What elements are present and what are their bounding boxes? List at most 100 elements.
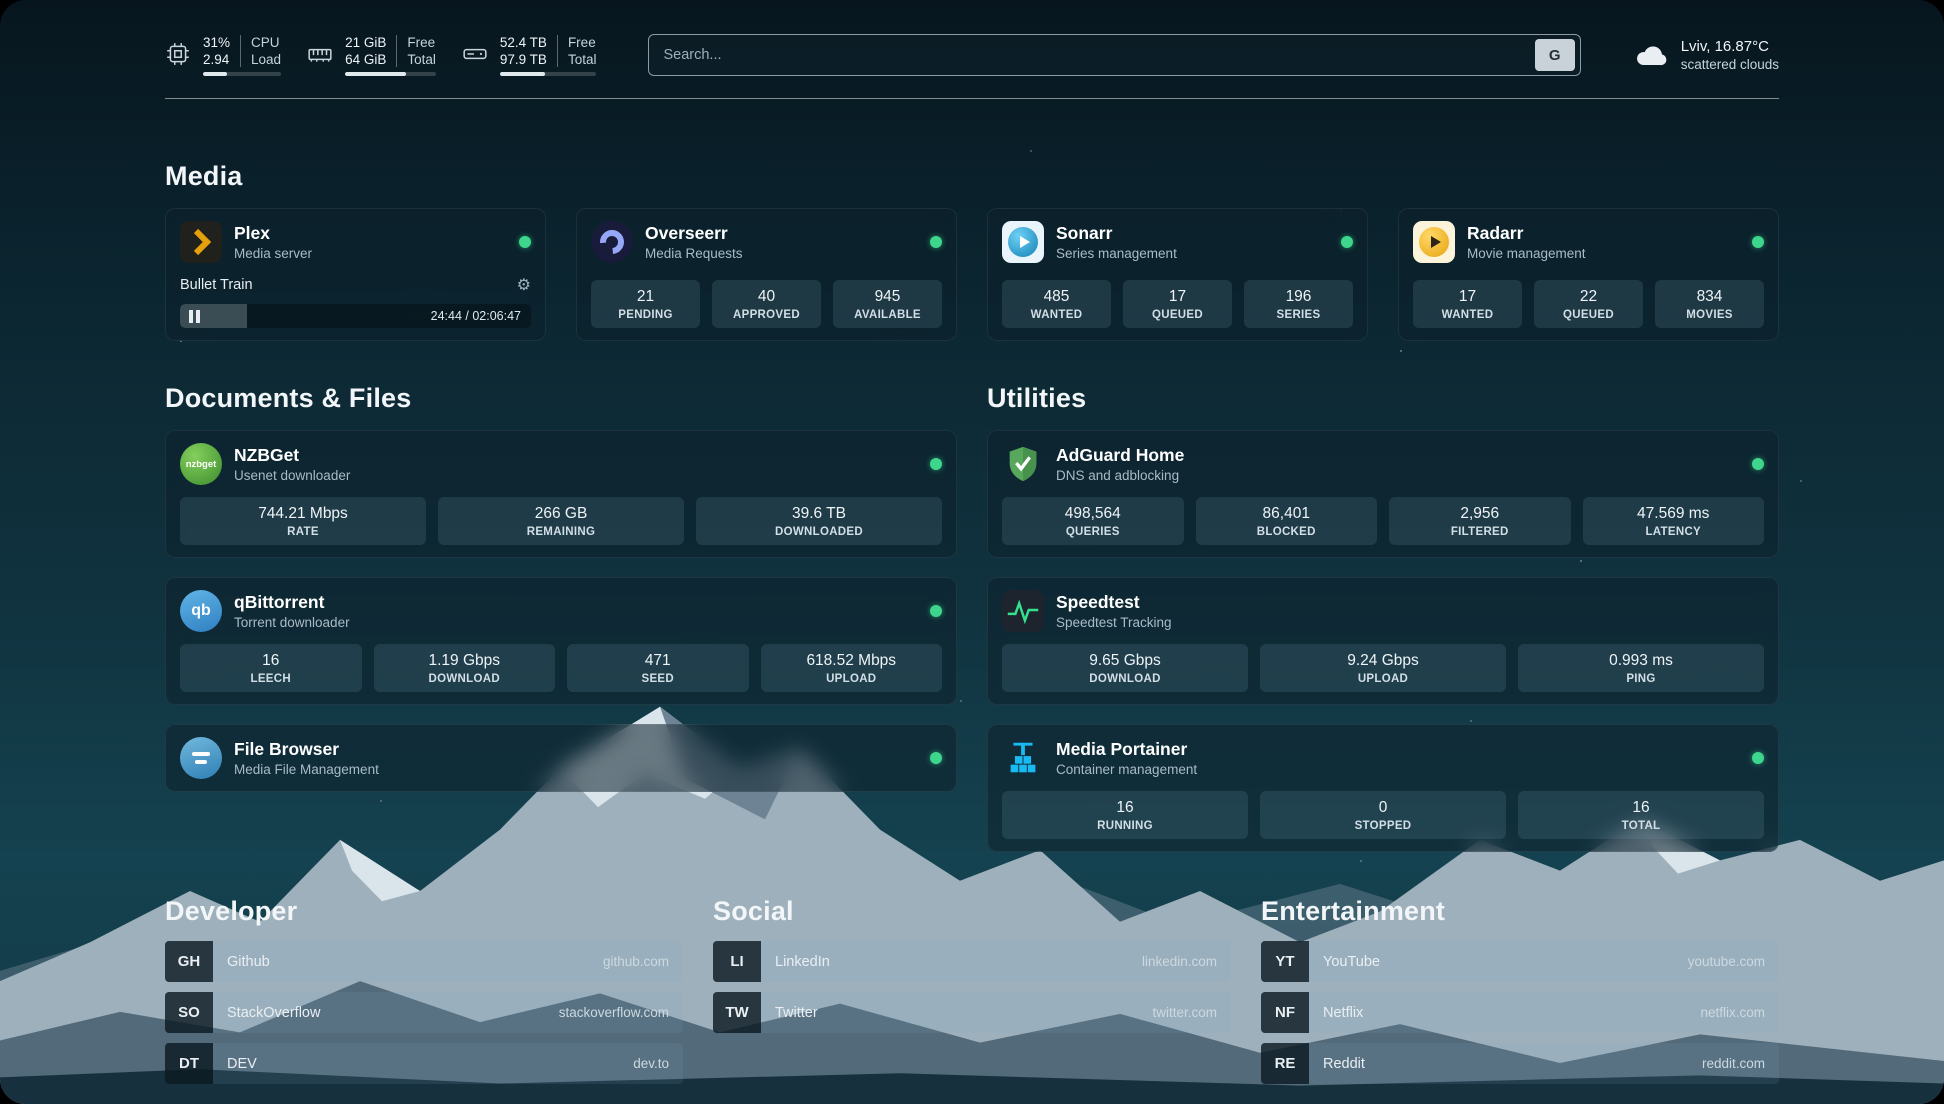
plex-card[interactable]: Plex Media server Bullet Train ⚙ 24:44 /… <box>165 208 546 341</box>
app-subtitle: Container management <box>1056 762 1197 777</box>
app-subtitle: Torrent downloader <box>234 615 350 630</box>
memory-free-label: Free <box>407 35 436 50</box>
utilities-section-title: Utilities <box>987 383 1779 414</box>
stat-download: 1.19 GbpsDOWNLOAD <box>374 644 556 692</box>
ram-icon <box>307 41 333 67</box>
bookmark-dev[interactable]: DT DEV dev.to <box>165 1043 683 1084</box>
developer-bookmarks: Developer GH Github github.com SO StackO… <box>165 896 683 1084</box>
stat-seed: 471SEED <box>567 644 749 692</box>
app-name: qBittorrent <box>234 592 350 613</box>
stat-remaining: 266 GBREMAINING <box>438 497 684 545</box>
weather-location: Lviv, 16.87°C <box>1681 38 1779 55</box>
app-subtitle: Speedtest Tracking <box>1056 615 1172 630</box>
pause-button[interactable] <box>180 310 209 323</box>
disk-progress-track <box>500 72 597 76</box>
sonarr-icon <box>1002 221 1044 263</box>
status-online-dot <box>930 605 942 617</box>
app-name: AdGuard Home <box>1056 445 1184 466</box>
plex-icon <box>180 221 222 263</box>
app-subtitle: Media File Management <box>234 762 379 777</box>
utilities-column: Utilities AdGuard Home <box>987 383 1779 852</box>
nzbget-icon: nzbget <box>180 443 222 485</box>
memory-free: 21 GiB <box>345 35 386 50</box>
stat-download: 9.65 GbpsDOWNLOAD <box>1002 644 1248 692</box>
disk-widget: 52.4 TB 97.9 TB Free Total <box>462 35 597 76</box>
app-name: Sonarr <box>1056 223 1177 244</box>
sonarr-card[interactable]: Sonarr Series management 485WANTED 17QUE… <box>987 208 1368 341</box>
cpu-progress-track <box>203 72 281 76</box>
bookmark-url: stackoverflow.com <box>559 1005 669 1020</box>
nzbget-card[interactable]: nzbget NZBGet Usenet downloader 744.21 M… <box>165 430 957 558</box>
app-name: Plex <box>234 223 312 244</box>
cpu-chip-icon <box>165 41 191 67</box>
portainer-card[interactable]: Media Portainer Container management 16R… <box>987 724 1779 852</box>
weather-widget: Lviv, 16.87°C scattered clouds <box>1633 38 1779 72</box>
stat-queued: 22QUEUED <box>1534 280 1643 328</box>
developer-section-title: Developer <box>165 896 683 927</box>
overseerr-card[interactable]: Overseerr Media Requests 21PENDING 40APP… <box>576 208 957 341</box>
search-input[interactable] <box>663 47 1534 63</box>
stat-running: 16RUNNING <box>1002 791 1248 839</box>
disk-free-label: Free <box>568 35 597 50</box>
disk-total: 97.9 TB <box>500 52 547 67</box>
stat-movies: 834MOVIES <box>1655 280 1764 328</box>
stat-ping: 0.993 msPING <box>1518 644 1764 692</box>
bookmark-reddit[interactable]: RE Reddit reddit.com <box>1261 1043 1779 1084</box>
divider <box>240 35 241 67</box>
bookmark-youtube[interactable]: YT YouTube youtube.com <box>1261 941 1779 982</box>
app-subtitle: Series management <box>1056 246 1177 261</box>
playback-time: 24:44 / 02:06:47 <box>431 309 531 323</box>
stat-stopped: 0STOPPED <box>1260 791 1506 839</box>
adguard-shield-icon <box>1002 443 1044 485</box>
bookmark-twitter[interactable]: TW Twitter twitter.com <box>713 992 1231 1033</box>
bookmark-netflix[interactable]: NF Netflix netflix.com <box>1261 992 1779 1033</box>
divider <box>396 35 397 67</box>
cpu-load-label: Load <box>251 52 281 67</box>
bookmark-name: Netflix <box>1323 1005 1363 1021</box>
bookmark-github[interactable]: GH Github github.com <box>165 941 683 982</box>
playback-seekbar[interactable]: 24:44 / 02:06:47 <box>180 304 531 328</box>
bookmark-url: twitter.com <box>1152 1005 1217 1020</box>
cpu-label: CPU <box>251 35 281 50</box>
cpu-percent: 31% <box>203 35 230 50</box>
social-bookmarks: Social LI LinkedIn linkedin.com TW Twitt… <box>713 896 1231 1033</box>
overseerr-icon <box>591 221 633 263</box>
stat-downloaded: 39.6 TBDOWNLOADED <box>696 497 942 545</box>
stat-pending: 21PENDING <box>591 280 700 328</box>
stat-series: 196SERIES <box>1244 280 1353 328</box>
app-subtitle: Usenet downloader <box>234 468 350 483</box>
search-engine-button[interactable]: G <box>1535 39 1575 71</box>
app-subtitle: Media Requests <box>645 246 743 261</box>
bookmark-name: Github <box>227 954 270 970</box>
memory-progress-fill <box>345 72 406 76</box>
entertainment-section-title: Entertainment <box>1261 896 1779 927</box>
stat-blocked: 86,401BLOCKED <box>1196 497 1378 545</box>
adguard-card[interactable]: AdGuard Home DNS and adblocking 498,564Q… <box>987 430 1779 558</box>
bookmark-linkedin[interactable]: LI LinkedIn linkedin.com <box>713 941 1231 982</box>
stat-leech: 16LEECH <box>180 644 362 692</box>
media-section: Media Plex Media server <box>165 161 1779 341</box>
bookmark-stackoverflow[interactable]: SO StackOverflow stackoverflow.com <box>165 992 683 1033</box>
qbittorrent-card[interactable]: qb qBittorrent Torrent downloader 16LEEC… <box>165 577 957 705</box>
divider <box>557 35 558 67</box>
disk-total-label: Total <box>568 52 597 67</box>
documents-column: Documents & Files nzbget NZBGet Usenet d… <box>165 383 957 792</box>
bookmark-url: github.com <box>603 954 669 969</box>
stat-wanted: 17WANTED <box>1413 280 1522 328</box>
search-bar[interactable]: G <box>648 34 1580 76</box>
bookmark-abbr: RE <box>1261 1043 1309 1084</box>
bookmark-url: dev.to <box>633 1056 669 1071</box>
app-subtitle: Movie management <box>1467 246 1586 261</box>
bookmark-abbr: SO <box>165 992 213 1033</box>
filebrowser-card[interactable]: File Browser Media File Management <box>165 724 957 792</box>
now-playing-title: Bullet Train <box>180 277 253 293</box>
speedtest-card[interactable]: Speedtest Speedtest Tracking 9.65 GbpsDO… <box>987 577 1779 705</box>
stat-latency: 47.569 msLATENCY <box>1583 497 1765 545</box>
bookmark-abbr: TW <box>713 992 761 1033</box>
disk-progress-fill <box>500 72 545 76</box>
bookmark-abbr: GH <box>165 941 213 982</box>
portainer-icon <box>1002 737 1044 779</box>
settings-gear-icon[interactable]: ⚙ <box>517 275 531 295</box>
stat-upload: 9.24 GbpsUPLOAD <box>1260 644 1506 692</box>
radarr-card[interactable]: Radarr Movie management 17WANTED 22QUEUE… <box>1398 208 1779 341</box>
